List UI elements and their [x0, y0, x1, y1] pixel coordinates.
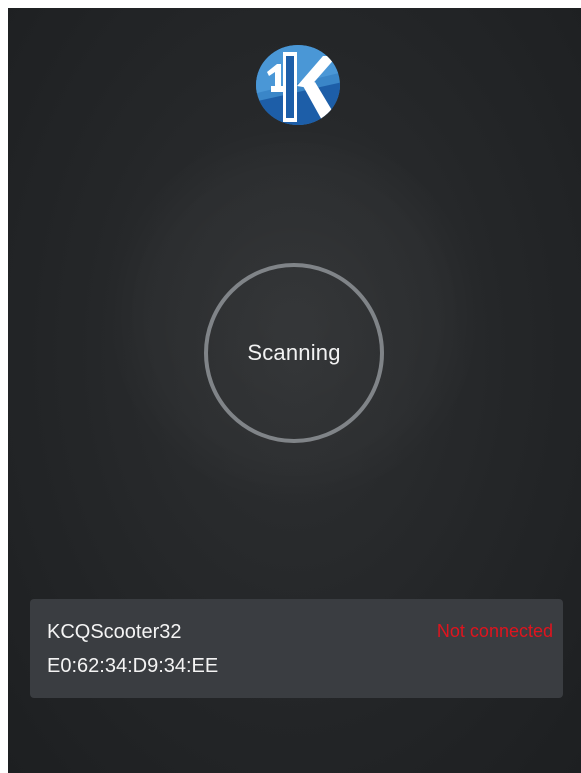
- device-list-item[interactable]: KCQScooter32 Not connected E0:62:34:D9:3…: [30, 599, 563, 698]
- device-name: KCQScooter32: [47, 621, 182, 643]
- scan-status-label: Scanning: [247, 340, 341, 365]
- scan-button[interactable]: Scanning: [204, 263, 384, 443]
- app-screen: Scanning KCQScooter32 Not connected E0:6…: [8, 8, 581, 773]
- brand-logo-icon: [253, 42, 343, 128]
- device-mac-address: E0:62:34:D9:34:EE: [47, 655, 219, 677]
- connection-status: Not connected: [436, 621, 553, 641]
